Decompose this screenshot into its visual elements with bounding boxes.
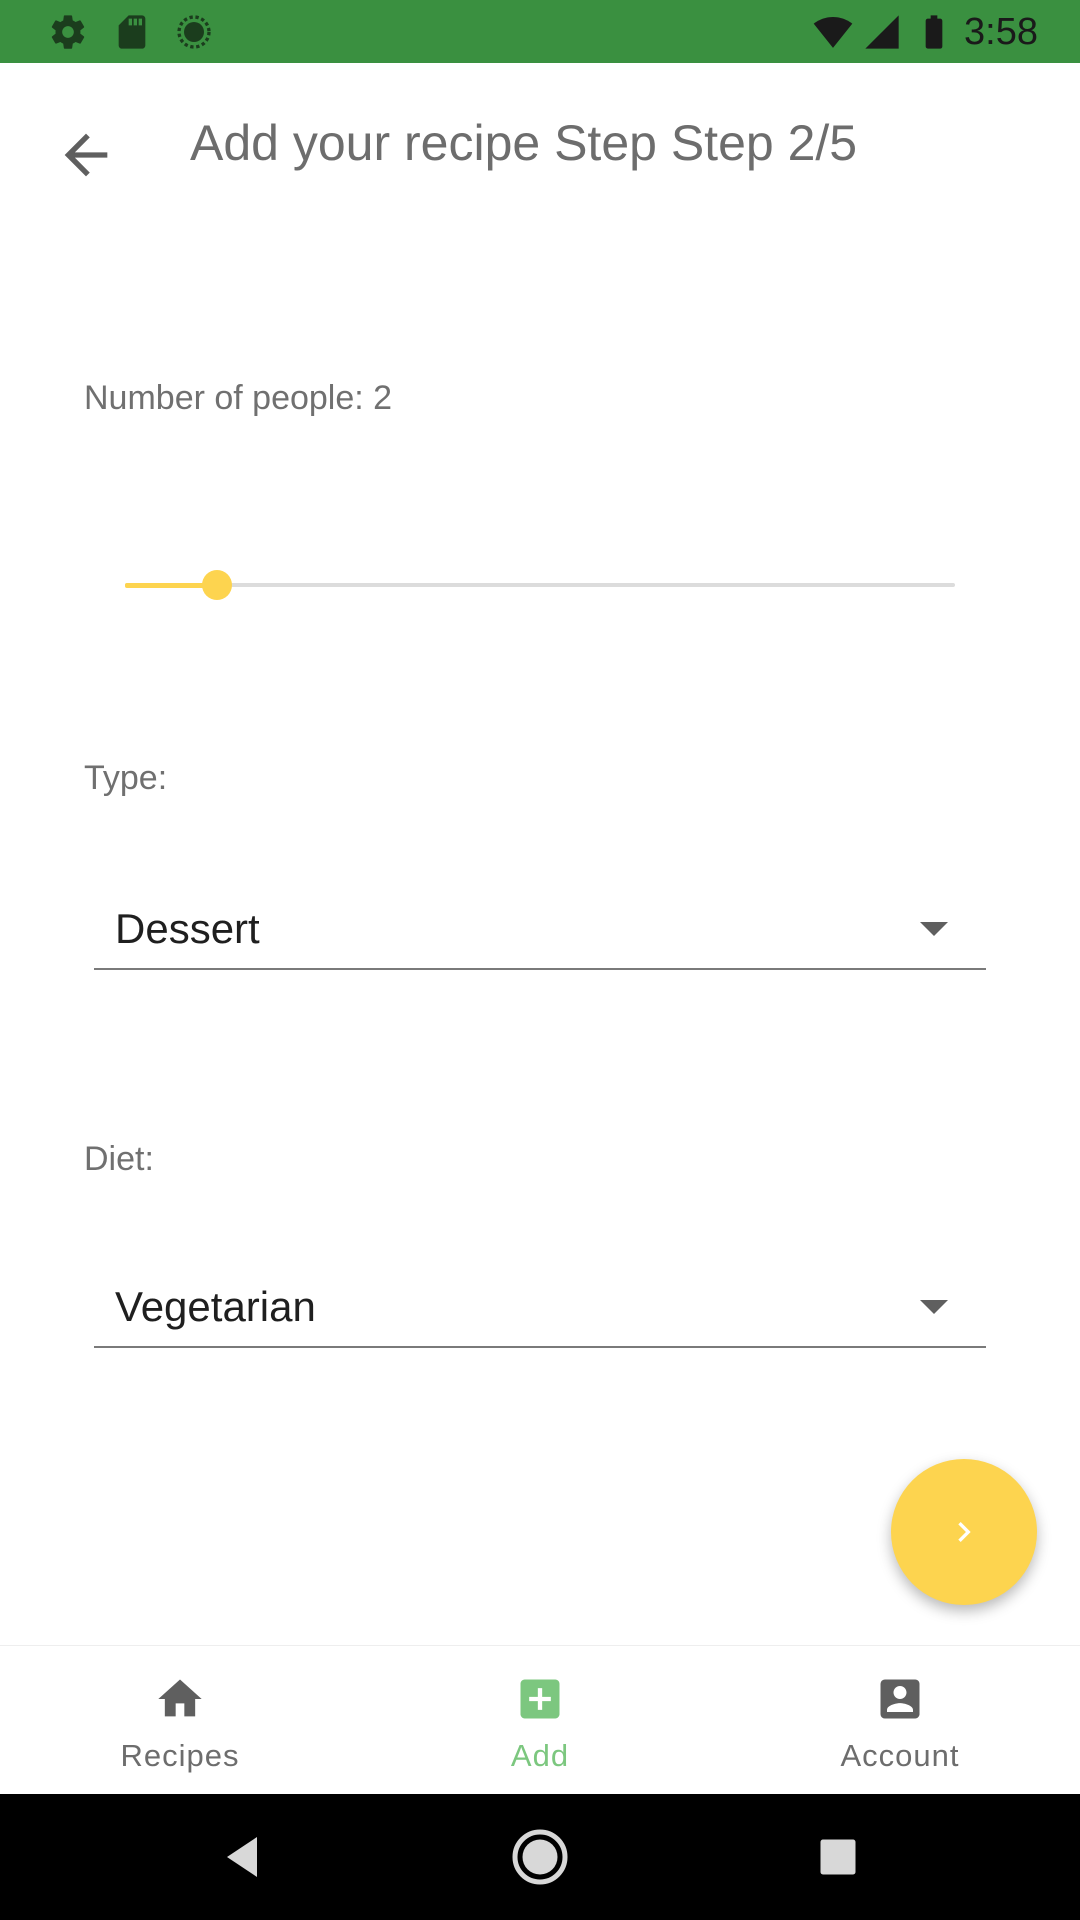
nav-label-add: Add (510, 1738, 570, 1773)
next-step-button[interactable] (891, 1459, 1037, 1605)
system-nav-bar (0, 1794, 1080, 1920)
bottom-nav: Recipes Add Account (0, 1645, 1080, 1795)
recents-square-icon[interactable] (808, 1827, 868, 1887)
type-selected-value: Dessert (115, 905, 260, 952)
home-circle-icon[interactable] (510, 1827, 570, 1887)
nav-label-recipes: Recipes (120, 1738, 240, 1773)
type-label: Type: (84, 759, 168, 797)
diet-dropdown[interactable]: Vegetarian (94, 1270, 986, 1348)
add-box-icon (520, 1679, 560, 1719)
nav-item-recipes[interactable]: Recipes (0, 1646, 360, 1795)
people-label: Number of people: 2 (84, 379, 393, 417)
account-box-icon (880, 1679, 920, 1719)
status-time: 3:58 (964, 11, 1038, 53)
sync-icon (177, 15, 211, 49)
wifi-icon (813, 17, 853, 48)
slider-track (125, 583, 955, 587)
diet-selected-value: Vegetarian (115, 1283, 316, 1330)
nav-item-add[interactable]: Add (360, 1646, 720, 1795)
nav-item-account[interactable]: Account (720, 1646, 1080, 1795)
settings-icon (51, 15, 85, 49)
dropdown-arrow-icon (920, 922, 948, 936)
diet-label: Diet: (84, 1140, 154, 1178)
back-triangle-icon[interactable] (212, 1827, 272, 1887)
arrow-back-icon[interactable] (54, 123, 118, 187)
sd-card-icon (118, 15, 146, 49)
type-dropdown[interactable]: Dessert (94, 892, 986, 970)
battery-icon (925, 15, 943, 49)
page-title: Add your recipe Step Step 2/5 (190, 115, 858, 171)
status-bar: 3:58 (0, 0, 1080, 63)
dropdown-arrow-icon (920, 1300, 948, 1314)
slider-thumb[interactable] (202, 570, 233, 600)
cellular-signal-icon (865, 15, 899, 49)
nav-label-account: Account (840, 1738, 960, 1773)
chevron-right-icon (958, 1522, 971, 1542)
home-icon (158, 1679, 202, 1717)
people-slider[interactable] (125, 560, 955, 610)
app-bar: Add your recipe Step Step 2/5 (0, 63, 1080, 223)
